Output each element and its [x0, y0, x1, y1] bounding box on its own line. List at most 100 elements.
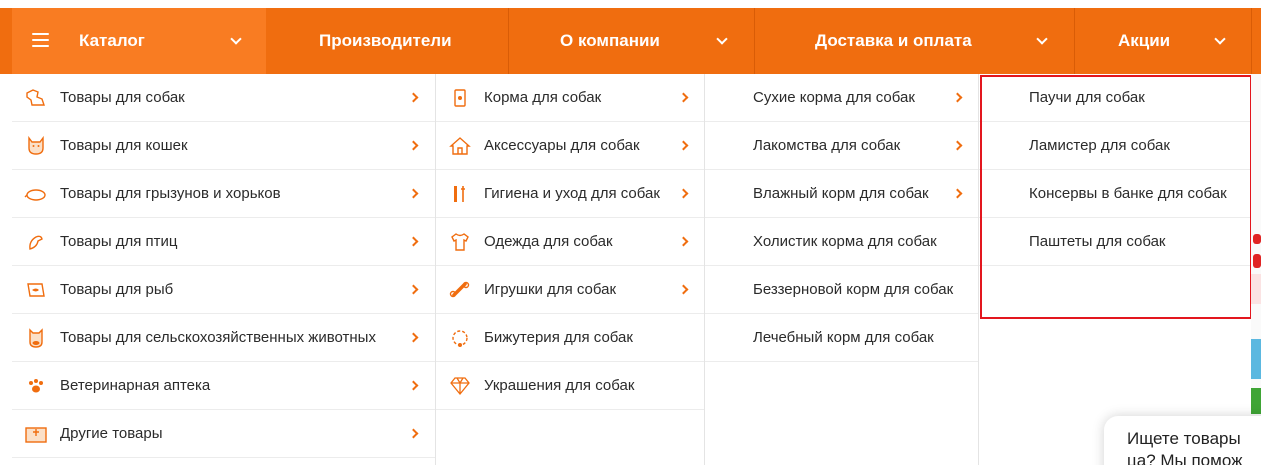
chevron-right-icon: [408, 236, 419, 247]
nav-divider: [1251, 8, 1252, 74]
nav-delivery[interactable]: Доставка и оплата: [755, 8, 1074, 74]
submenu-item-dog-grooming[interactable]: Гигиена и уход для собак: [436, 170, 704, 218]
chevron-right-icon: [678, 140, 689, 151]
submenu-item-pouches[interactable]: Паучи для собак: [979, 74, 1251, 122]
chat-text-line: Ищете товары: [1127, 429, 1241, 448]
submenu-item-dog-food[interactable]: Корма для собак: [436, 74, 704, 122]
category-label: Товары для собак: [60, 89, 185, 106]
category-item-other[interactable]: Другие товары: [12, 410, 435, 458]
submenu-item-medical[interactable]: Лечебный корм для собак: [705, 314, 978, 362]
submenu-label: Беззерновой корм для собак: [753, 281, 954, 298]
chevron-right-icon: [678, 236, 689, 247]
submenu-label: Гигиена и уход для собак: [484, 185, 660, 202]
category-label: Товары для сельскохозяйственных животных: [60, 329, 376, 346]
grooming-icon: [454, 186, 465, 202]
submenu-item-wet-food[interactable]: Влажный корм для собак: [705, 170, 978, 218]
chevron-right-icon: [678, 92, 689, 103]
dog-icon: [26, 89, 45, 106]
category-item-fish[interactable]: Товары для рыб: [12, 266, 435, 314]
nav-delivery-label: Доставка и оплата: [815, 31, 972, 50]
submenu-label: Влажный корм для собак: [753, 185, 929, 202]
submenu-label: Одежда для собак: [484, 233, 613, 250]
shirt-icon: [451, 233, 469, 251]
category-label: Товары для птиц: [60, 233, 178, 250]
submenu-item-holistic[interactable]: Холистик корма для собак: [705, 218, 978, 266]
main-nav: Каталог Производители О компании Доставк…: [0, 8, 1261, 74]
nav-manufacturers-label: Производители: [319, 31, 452, 50]
wet-food-submenu: Паучи для собак Ламистер для собак Консе…: [979, 74, 1251, 319]
category-label: Ветеринарная аптека: [60, 377, 211, 394]
category-item-vet[interactable]: Ветеринарная аптека: [12, 362, 435, 410]
page: Каталог Производители О компании Доставк…: [0, 0, 1261, 465]
chevron-right-icon: [408, 140, 419, 151]
nav-sales[interactable]: Акции: [1075, 8, 1251, 74]
submenu-item-canned[interactable]: Консервы в банке для собак: [979, 170, 1251, 218]
chevron-down-icon: [1036, 33, 1048, 45]
category-item-birds[interactable]: Товары для птиц: [12, 218, 435, 266]
category-item-dogs[interactable]: Товары для собак: [12, 74, 435, 122]
dog-submenu: Корма для собак Аксессуары для собак Гиг…: [435, 74, 705, 465]
bird-icon: [29, 235, 43, 250]
submenu-item-dog-toys[interactable]: Игрушки для собак: [436, 266, 704, 314]
submenu-item-grain-free[interactable]: Беззерновой корм для собак: [705, 266, 978, 314]
chevron-right-icon: [678, 188, 689, 199]
category-item-cats[interactable]: Товары для кошек: [12, 122, 435, 170]
category-item-rodents[interactable]: Товары для грызунов и хорьков: [12, 170, 435, 218]
submenu-label: Игрушки для собак: [484, 281, 617, 298]
chevron-right-icon: [952, 188, 963, 199]
submenu-item-dog-accessories[interactable]: Аксессуары для собак: [436, 122, 704, 170]
category-label: Товары для грызунов и хорьков: [60, 185, 281, 202]
chevron-right-icon: [678, 284, 689, 295]
nav-about[interactable]: О компании: [509, 8, 754, 74]
submenu-label: Ламистер для собак: [1029, 137, 1170, 154]
diamond-icon: [450, 377, 470, 396]
nav-catalog-label: Каталог: [79, 31, 145, 50]
submenu-item-pate[interactable]: Паштеты для собак: [979, 218, 1251, 266]
submenu-label: Сухие корма для собак: [753, 89, 915, 106]
chevron-right-icon: [408, 380, 419, 391]
background-page-edge: [1251, 74, 1261, 465]
chevron-down-icon: [716, 33, 728, 45]
submenu-label: Холистик корма для собак: [753, 233, 937, 250]
cat-icon: [28, 135, 44, 155]
submenu-label: Лечебный корм для собак: [753, 329, 934, 346]
chevron-right-icon: [408, 428, 419, 439]
nav-manufacturers[interactable]: Производители: [266, 8, 508, 74]
submenu-item-dog-decorations[interactable]: Украшения для собак: [436, 362, 704, 410]
submenu-item-treats[interactable]: Лакомства для собак: [705, 122, 978, 170]
chevron-right-icon: [408, 332, 419, 343]
bone-icon: [449, 281, 470, 298]
cow-icon: [29, 328, 43, 348]
doghouse-icon: [449, 137, 471, 155]
chevron-down-icon: [1214, 33, 1226, 45]
submenu-item-dog-jewelry[interactable]: Бижутерия для собак: [436, 314, 704, 362]
food-bag-icon: [454, 89, 466, 107]
submenu-label: Украшения для собак: [484, 377, 635, 394]
dog-food-submenu: Сухие корма для собак Лакомства для соба…: [705, 74, 979, 465]
necklace-icon: [452, 330, 468, 347]
category-label: Другие товары: [60, 425, 163, 442]
submenu-item-dog-clothes[interactable]: Одежда для собак: [436, 218, 704, 266]
category-label: Товары для рыб: [60, 281, 174, 298]
submenu-item-lamister[interactable]: Ламистер для собак: [979, 122, 1251, 170]
box-icon: [25, 427, 47, 443]
submenu-label: Лакомства для собак: [753, 137, 901, 154]
rodent-icon: [24, 189, 46, 201]
nav-about-label: О компании: [560, 31, 660, 50]
category-item-farm[interactable]: Товары для сельскохозяйственных животных: [12, 314, 435, 362]
chevron-right-icon: [408, 284, 419, 295]
category-label: Товары для кошек: [60, 137, 188, 154]
chevron-down-icon: [230, 33, 242, 45]
submenu-item-dry-food[interactable]: Сухие корма для собак: [705, 74, 978, 122]
chat-popup[interactable]: Ищете товары ца? Мы помож: [1104, 416, 1261, 465]
submenu-label: Корма для собак: [484, 89, 602, 106]
chevron-right-icon: [408, 92, 419, 103]
chevron-right-icon: [952, 92, 963, 103]
paw-icon: [29, 379, 43, 393]
category-menu: Товары для собак Товары для кошек Товары…: [12, 74, 435, 465]
submenu-label: Бижутерия для собак: [484, 329, 633, 346]
fish-icon: [27, 283, 45, 297]
nav-catalog[interactable]: Каталог: [12, 8, 266, 74]
submenu-label: Консервы в банке для собак: [1029, 185, 1227, 202]
chat-text-line: ца? Мы помож: [1127, 451, 1243, 465]
